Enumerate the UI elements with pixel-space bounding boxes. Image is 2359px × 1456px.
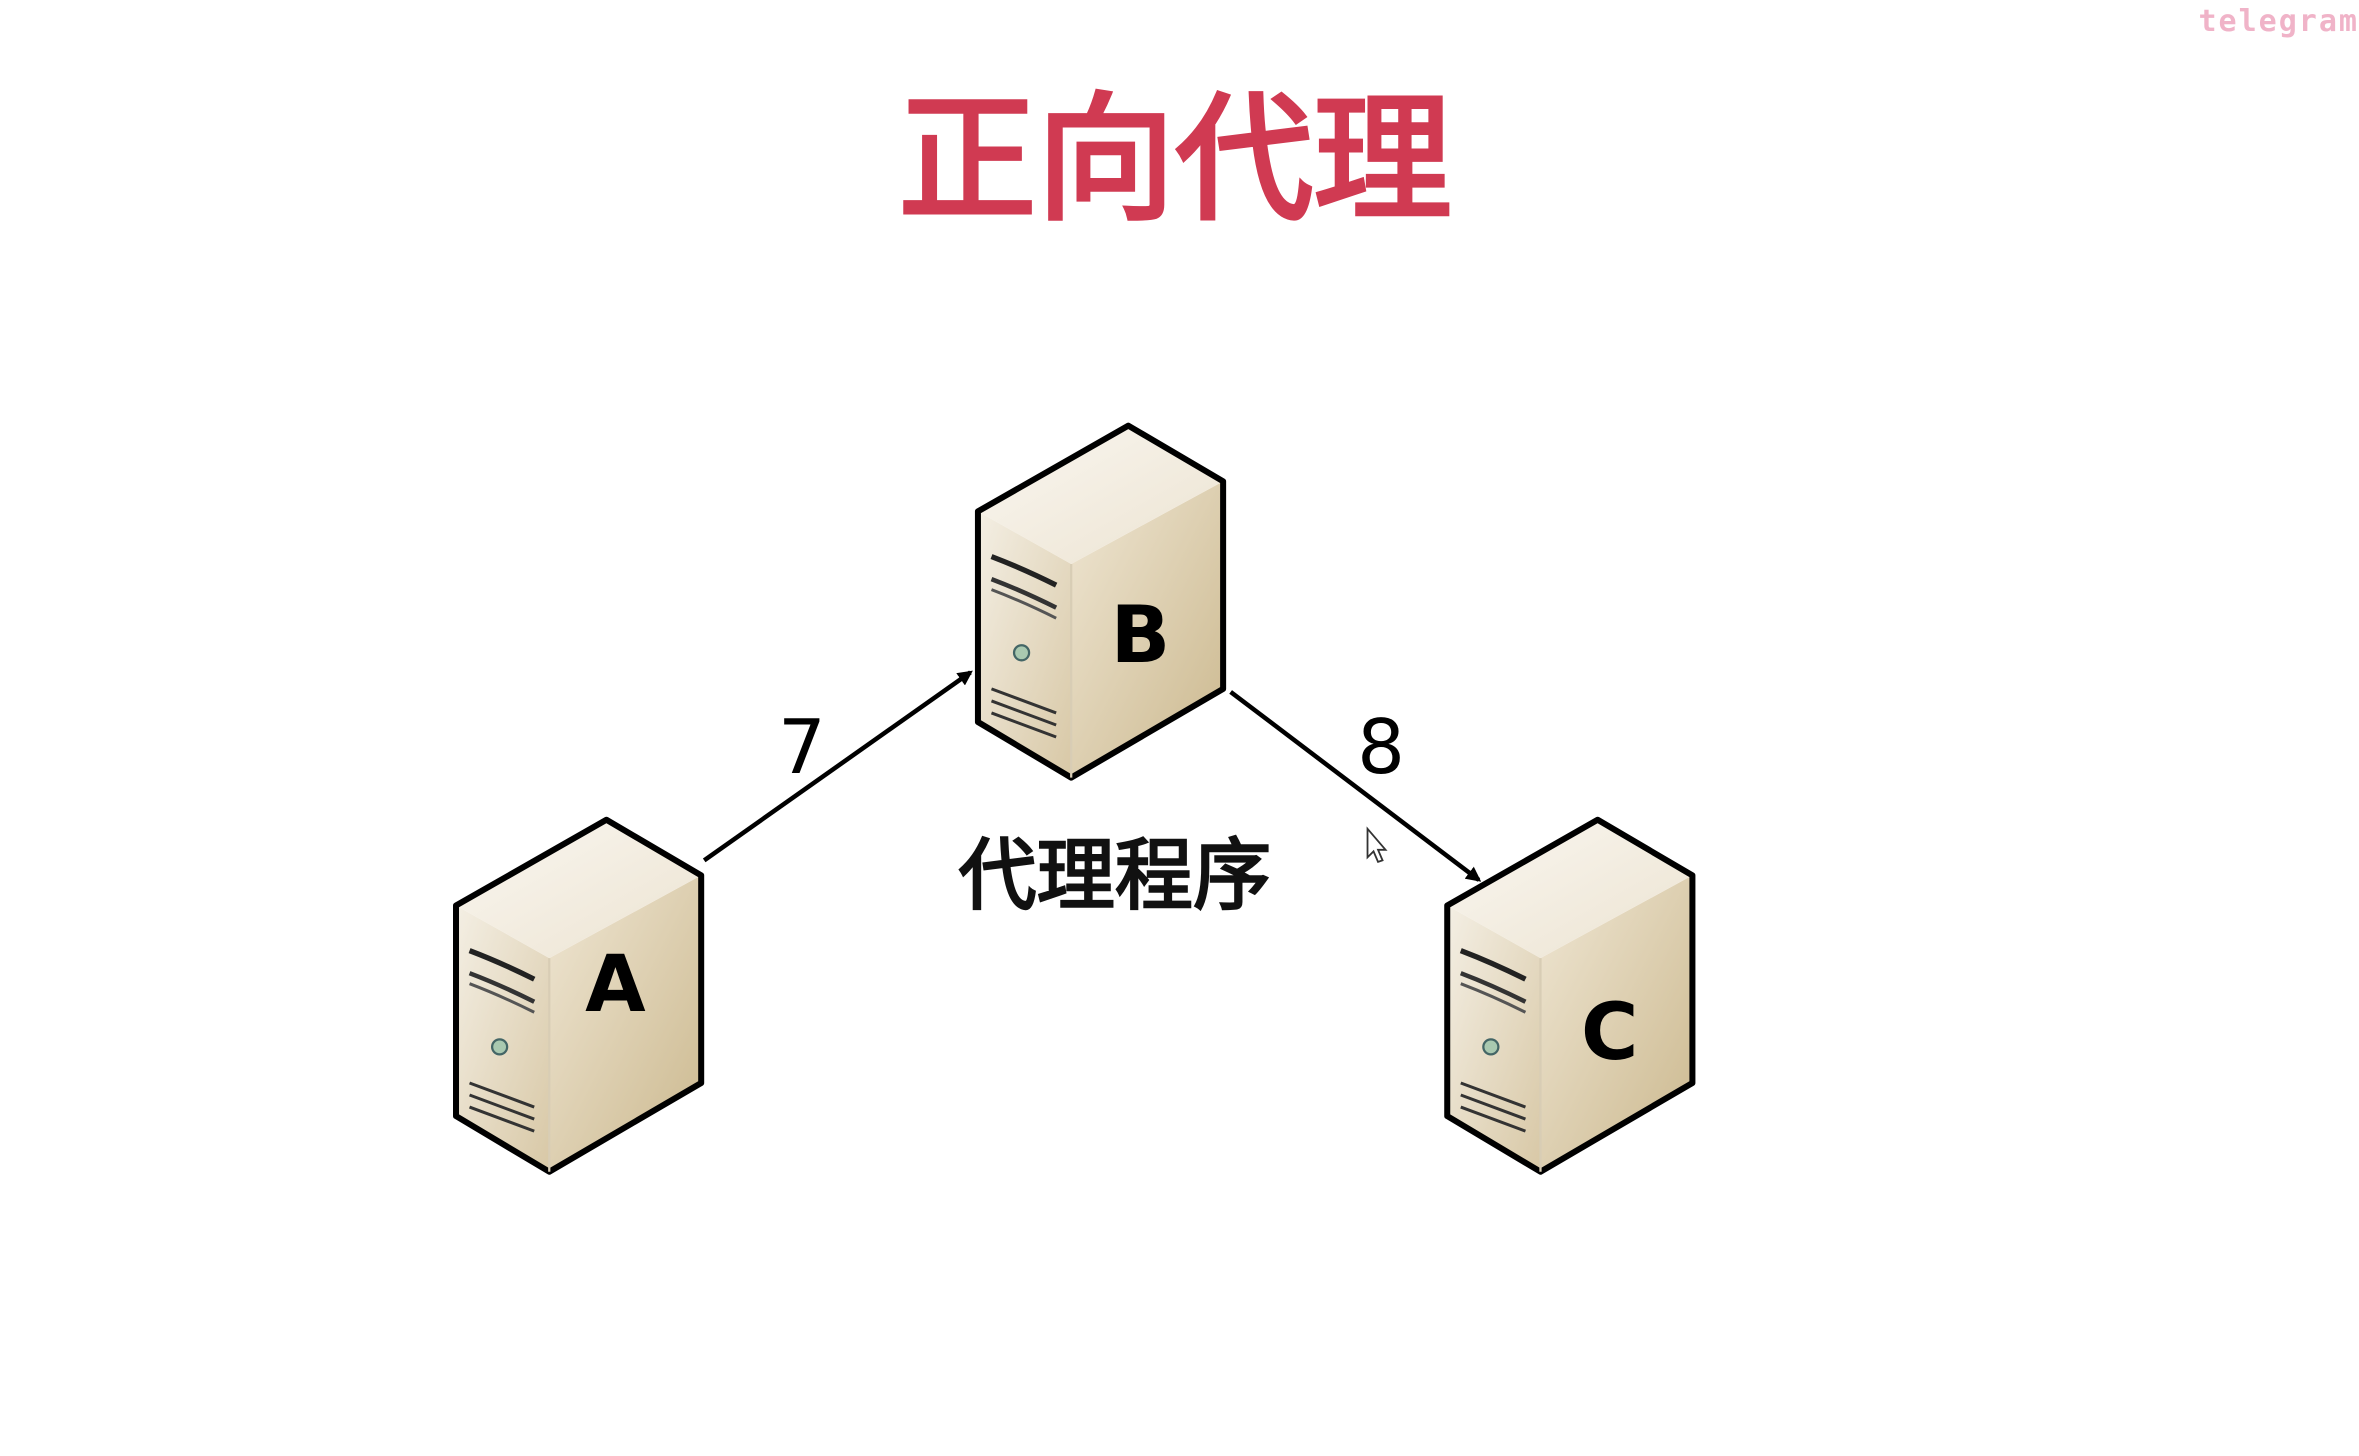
edge-label-7: 7	[778, 703, 826, 791]
page-title: 正向代理	[898, 80, 1452, 241]
server-icon	[456, 820, 701, 1172]
server-icon	[978, 426, 1223, 778]
server-b: B	[978, 426, 1223, 778]
server-label: A	[585, 939, 646, 1030]
server-icon	[1447, 820, 1692, 1172]
proxy-caption: 代理程序	[957, 830, 1271, 921]
edge-label-8: 8	[1357, 703, 1405, 791]
server-label: C	[1581, 987, 1638, 1078]
arrow-a-to-b	[702, 670, 973, 863]
server-a: A	[456, 820, 701, 1172]
server-label: B	[1111, 590, 1171, 681]
mouse-cursor-icon	[1366, 826, 1388, 863]
forward-proxy-diagram: 正向代理 7 8 A B C 代理程序	[0, 80, 2359, 1456]
server-c: C	[1447, 820, 1692, 1172]
